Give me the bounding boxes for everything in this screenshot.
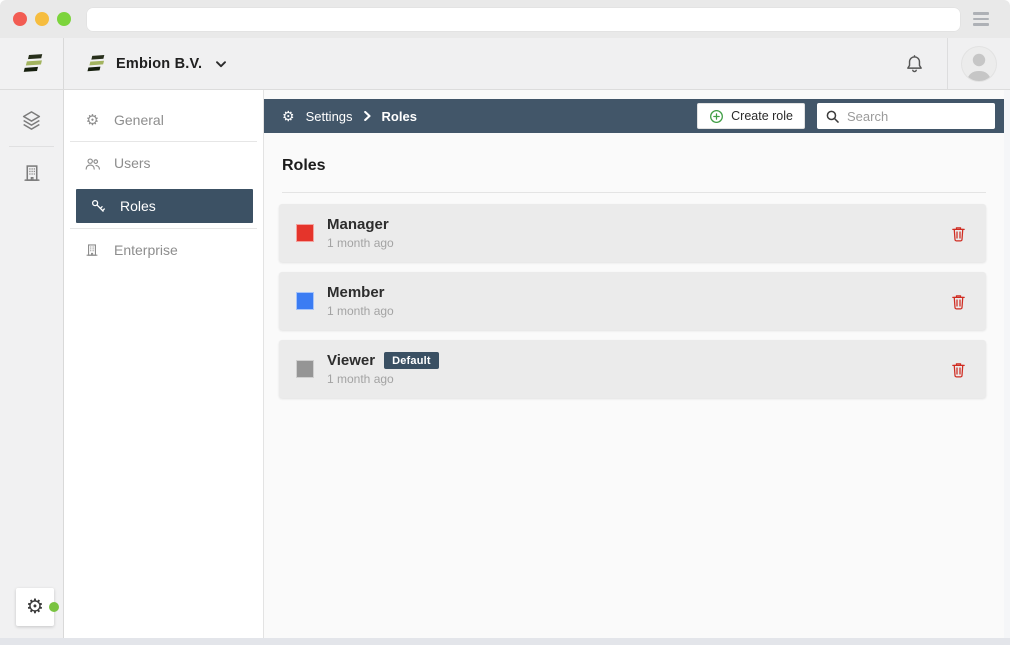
user-avatar[interactable] (962, 47, 996, 81)
url-bar[interactable] (86, 7, 961, 32)
search-icon (825, 109, 840, 124)
main-content: ⚙ Settings Roles Create role (264, 90, 1004, 638)
embion-logo-icon (84, 54, 106, 74)
icon-rail: ⚙ (0, 90, 64, 638)
delete-role-button[interactable] (947, 289, 970, 314)
browser-chrome (0, 0, 1010, 38)
breadcrumb-current-page: Roles (382, 109, 417, 124)
role-created-time: 1 month ago (327, 372, 439, 386)
settings-sidebar: ⚙ General Users (64, 90, 264, 638)
sidebar-item-label: General (114, 112, 164, 128)
building-icon (21, 162, 43, 184)
sidebar-item-label: Enterprise (114, 242, 178, 258)
close-window-button[interactable] (13, 12, 27, 26)
trash-icon (951, 225, 966, 242)
role-name: Viewer (327, 352, 375, 369)
breadcrumb-settings-link[interactable]: Settings (306, 109, 353, 124)
company-selector[interactable]: Embion B.V. (64, 38, 226, 89)
sidebar-item-label: Users (114, 155, 151, 171)
app-header: Embion B.V. (0, 38, 1010, 90)
browser-window: Embion B.V. (0, 0, 1010, 645)
online-status-dot (49, 602, 59, 612)
page-title: Roles (282, 157, 1004, 175)
sidebar-item-label: Roles (120, 198, 156, 214)
role-name: Member (327, 284, 385, 301)
delete-role-button[interactable] (947, 221, 970, 246)
rail-item-layers[interactable] (0, 94, 63, 146)
notifications-button[interactable] (904, 38, 947, 89)
chevron-down-icon (216, 61, 226, 68)
role-row-member[interactable]: Member 1 month ago (279, 272, 986, 330)
breadcrumb-toolbar: ⚙ Settings Roles Create role (264, 99, 1004, 133)
gear-icon: ⚙ (282, 109, 295, 123)
role-color-swatch (296, 360, 314, 378)
bell-icon (904, 53, 925, 75)
sidebar-item-roles[interactable]: Roles (76, 189, 253, 223)
search-box (817, 103, 995, 129)
layers-icon (20, 109, 43, 132)
role-created-time: 1 month ago (327, 236, 394, 250)
role-color-swatch (296, 292, 314, 310)
search-input[interactable] (847, 109, 987, 124)
browser-menu-icon[interactable] (973, 12, 989, 25)
settings-shortcut-card[interactable]: ⚙ (16, 588, 54, 626)
traffic-lights (13, 12, 71, 26)
default-role-badge: Default (384, 352, 439, 369)
create-role-label: Create role (731, 109, 793, 123)
gear-icon: ⚙ (26, 597, 44, 617)
sidebar-item-general[interactable]: ⚙ General (64, 99, 263, 141)
sidebar-item-enterprise[interactable]: Enterprise (64, 229, 263, 271)
zoom-window-button[interactable] (57, 12, 71, 26)
company-name: Embion B.V. (116, 56, 202, 72)
delete-role-button[interactable] (947, 357, 970, 382)
gear-icon: ⚙ (84, 113, 101, 128)
roles-list: Manager 1 month ago (279, 204, 986, 408)
trash-icon (951, 293, 966, 310)
trash-icon (951, 361, 966, 378)
role-row-manager[interactable]: Manager 1 month ago (279, 204, 986, 262)
create-role-button[interactable]: Create role (697, 103, 805, 129)
sidebar-item-users[interactable]: Users (64, 142, 263, 184)
users-icon (84, 156, 101, 171)
window-bottom-edge (0, 638, 1010, 645)
chevron-right-icon (364, 111, 371, 121)
role-name: Manager (327, 216, 389, 233)
embion-logo-icon (20, 53, 44, 75)
plus-circle-icon (709, 109, 724, 124)
building-icon (84, 242, 101, 258)
role-color-swatch (296, 224, 314, 242)
app-logo-home[interactable] (0, 38, 64, 89)
minimize-window-button[interactable] (35, 12, 49, 26)
role-row-viewer[interactable]: Viewer Default 1 month ago (279, 340, 986, 398)
role-created-time: 1 month ago (327, 304, 394, 318)
window-right-edge (1004, 90, 1010, 638)
key-icon (90, 198, 107, 214)
rail-item-enterprise[interactable] (0, 147, 63, 199)
